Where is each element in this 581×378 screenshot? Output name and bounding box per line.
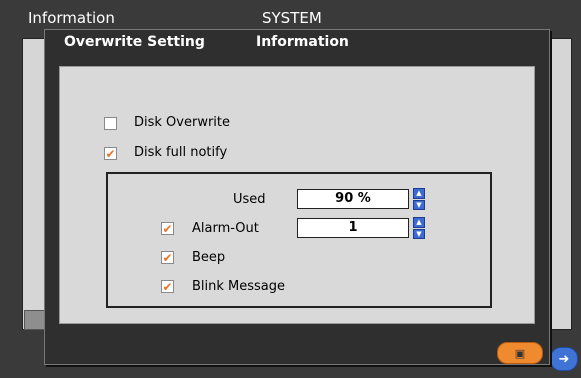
beep-checkbox[interactable]: ✔ — [161, 251, 174, 264]
alarm-out-value-field[interactable]: 1 — [297, 218, 409, 238]
disk-overwrite-checkbox[interactable] — [104, 117, 117, 130]
disk-full-notify-checkbox[interactable]: ✔ — [104, 147, 117, 160]
blink-message-checkbox[interactable]: ✔ — [161, 280, 174, 293]
used-label: Used — [233, 192, 266, 207]
background-window-title: Information — [28, 9, 115, 27]
spin-up-icon[interactable]: ▲ — [413, 188, 425, 199]
disk-overwrite-label: Disk Overwrite — [134, 115, 231, 130]
alarm-out-spinner[interactable]: ▲ ▼ — [413, 217, 425, 239]
disk-full-notify-label: Disk full notify — [134, 145, 228, 160]
blink-message-label: Blink Message — [192, 279, 286, 294]
alarm-out-checkbox[interactable]: ✔ — [161, 222, 174, 235]
save-button[interactable]: ▣ — [497, 342, 543, 364]
spin-up-icon[interactable]: ▲ — [413, 217, 425, 228]
used-spinner[interactable]: ▲ ▼ — [413, 188, 425, 210]
background-window-center-title: SYSTEM — [262, 9, 322, 27]
alarm-out-label: Alarm-Out — [192, 221, 259, 236]
dialog-tab-information[interactable]: Information — [256, 34, 349, 50]
arrow-right-icon[interactable]: ➜ — [550, 347, 578, 371]
dialog-title: Overwrite Setting — [64, 34, 205, 50]
used-value-field[interactable]: 90 % — [297, 189, 409, 209]
spin-down-icon[interactable]: ▼ — [413, 228, 425, 239]
beep-label: Beep — [192, 250, 226, 265]
spin-down-icon[interactable]: ▼ — [413, 199, 425, 210]
save-icon: ▣ — [514, 346, 526, 360]
